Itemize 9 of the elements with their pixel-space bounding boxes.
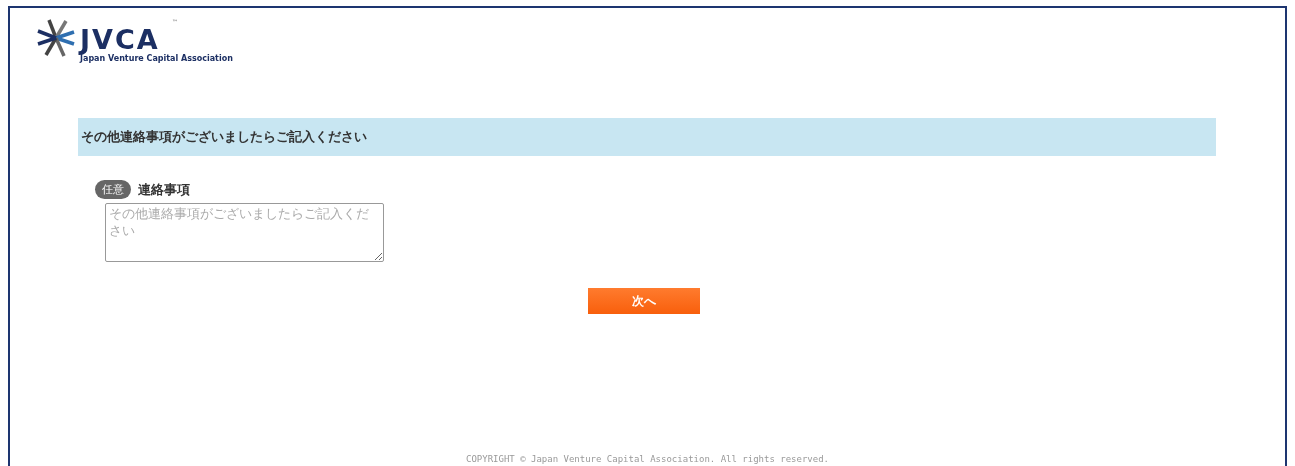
field-label: 連絡事項 — [138, 180, 190, 199]
optional-badge: 任意 — [95, 180, 131, 199]
logo-wordmark: JVCA — [80, 26, 160, 54]
starburst-logo-icon — [36, 18, 76, 58]
logo-tagline: Japan Venture Capital Association — [80, 54, 233, 63]
section-heading: その他連絡事項がございましたらご記入ください — [78, 118, 1216, 156]
copyright-text: COPYRIGHT © Japan Venture Capital Association. All rights reserved. — [465, 454, 829, 464]
next-button[interactable]: 次へ — [587, 288, 700, 314]
message-textarea[interactable]: その他連絡事項がございましたらご記入ください — [105, 203, 384, 262]
